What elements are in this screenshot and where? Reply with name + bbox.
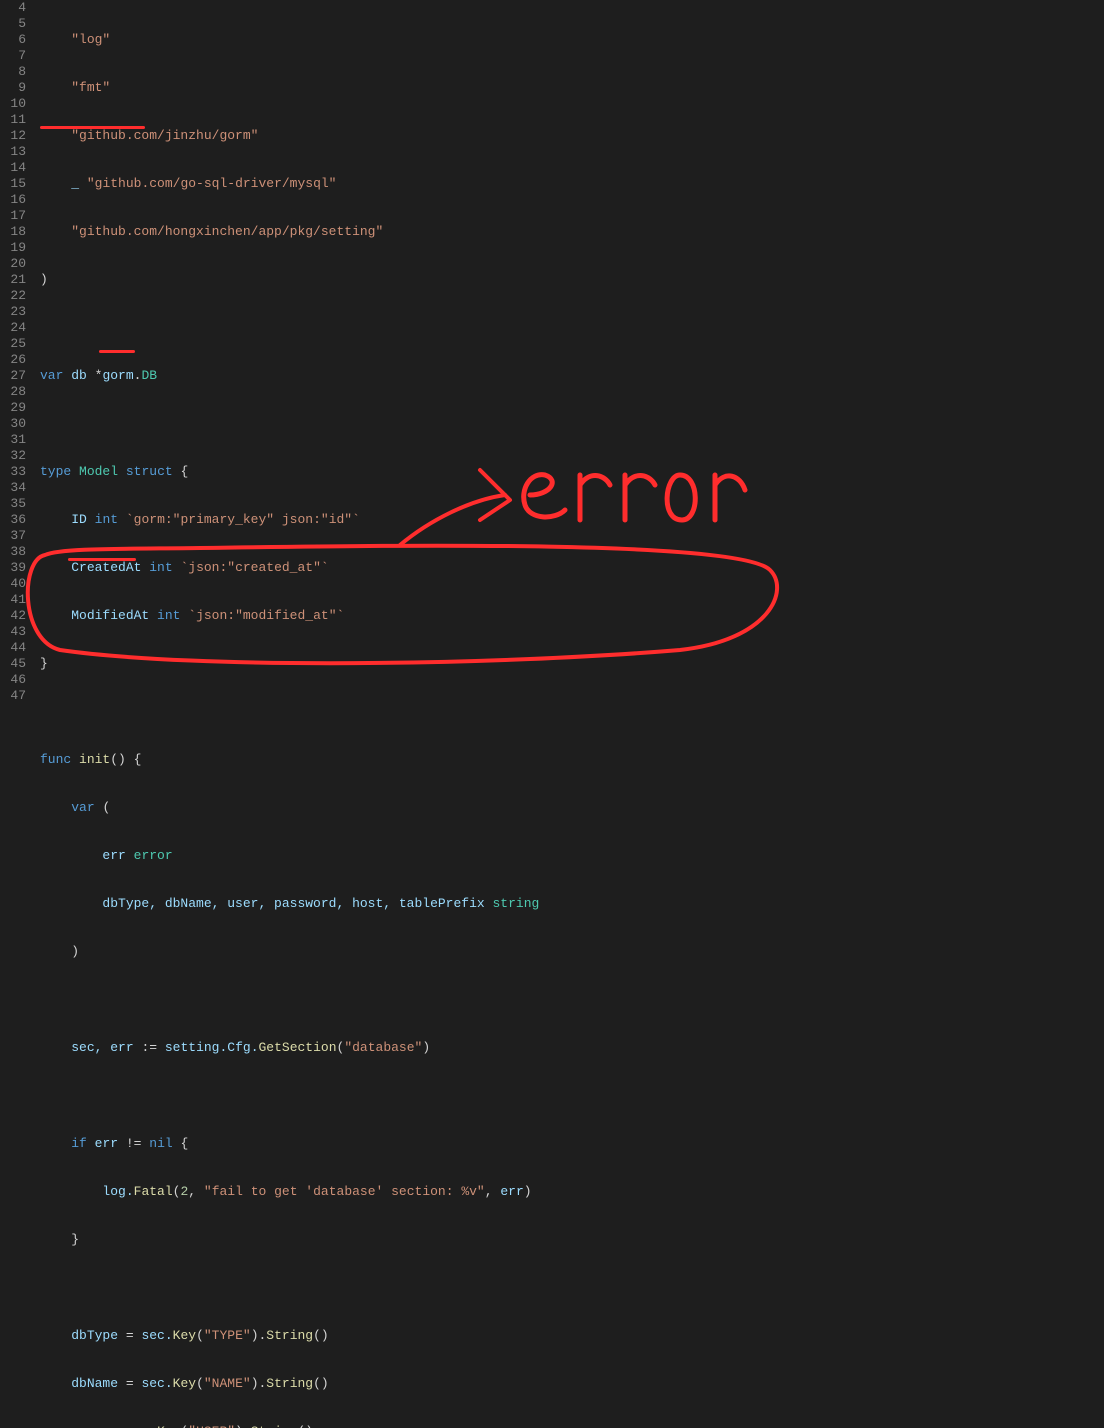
line-number: 42 [0, 608, 26, 624]
code-line: "github.com/hongxinchen/app/pkg/setting" [40, 224, 1104, 240]
code-line: user = sec.Key("USER").String() [40, 1424, 1104, 1428]
code-line: log.Fatal(2, "fail to get 'database' sec… [40, 1184, 1104, 1200]
code-line [40, 320, 1104, 336]
line-number: 47 [0, 688, 26, 704]
line-number: 21 [0, 272, 26, 288]
code-line: CreatedAt int `json:"created_at"` [40, 560, 1104, 576]
line-number: 33 [0, 464, 26, 480]
line-number: 27 [0, 368, 26, 384]
code-line [40, 1280, 1104, 1296]
code-line: err error [40, 848, 1104, 864]
line-number: 22 [0, 288, 26, 304]
line-number: 5 [0, 16, 26, 32]
line-number: 26 [0, 352, 26, 368]
line-number: 32 [0, 448, 26, 464]
line-number: 12 [0, 128, 26, 144]
code-line: ModifiedAt int `json:"modified_at"` [40, 608, 1104, 624]
line-number: 9 [0, 80, 26, 96]
code-line: } [40, 656, 1104, 672]
code-editor[interactable]: 4567891011121314151617181920212223242526… [0, 0, 1104, 714]
line-number: 10 [0, 96, 26, 112]
code-line: if err != nil { [40, 1136, 1104, 1152]
code-line: "fmt" [40, 80, 1104, 96]
code-line: dbType, dbName, user, password, host, ta… [40, 896, 1104, 912]
line-number: 11 [0, 112, 26, 128]
code-line [40, 1088, 1104, 1104]
line-number: 20 [0, 256, 26, 272]
line-number: 17 [0, 208, 26, 224]
line-number: 34 [0, 480, 26, 496]
code-area[interactable]: "log" "fmt" "github.com/jinzhu/gorm" _ "… [40, 0, 1104, 714]
code-line: ) [40, 944, 1104, 960]
code-line: var ( [40, 800, 1104, 816]
line-number: 7 [0, 48, 26, 64]
code-line: ) [40, 272, 1104, 288]
line-number: 14 [0, 160, 26, 176]
line-number: 18 [0, 224, 26, 240]
line-number: 15 [0, 176, 26, 192]
code-line: ID int `gorm:"primary_key" json:"id"` [40, 512, 1104, 528]
code-line: } [40, 1232, 1104, 1248]
line-number: 8 [0, 64, 26, 80]
code-line: "log" [40, 32, 1104, 48]
code-line: dbType = sec.Key("TYPE").String() [40, 1328, 1104, 1344]
line-number: 40 [0, 576, 26, 592]
line-number: 44 [0, 640, 26, 656]
code-line [40, 704, 1104, 720]
line-number: 29 [0, 400, 26, 416]
line-number: 36 [0, 512, 26, 528]
code-line: type Model struct { [40, 464, 1104, 480]
code-line: dbName = sec.Key("NAME").String() [40, 1376, 1104, 1392]
line-number: 16 [0, 192, 26, 208]
line-number: 6 [0, 32, 26, 48]
line-number: 45 [0, 656, 26, 672]
line-number: 28 [0, 384, 26, 400]
line-number: 38 [0, 544, 26, 560]
line-number: 4 [0, 0, 26, 16]
line-number-gutter: 4567891011121314151617181920212223242526… [0, 0, 40, 714]
line-number: 23 [0, 304, 26, 320]
code-line: var db *gorm.DB [40, 368, 1104, 384]
line-number: 31 [0, 432, 26, 448]
line-number: 41 [0, 592, 26, 608]
line-number: 24 [0, 320, 26, 336]
line-number: 39 [0, 560, 26, 576]
code-line [40, 992, 1104, 1008]
line-number: 43 [0, 624, 26, 640]
line-number: 25 [0, 336, 26, 352]
code-line: _ "github.com/go-sql-driver/mysql" [40, 176, 1104, 192]
code-line: "github.com/jinzhu/gorm" [40, 128, 1104, 144]
line-number: 46 [0, 672, 26, 688]
line-number: 37 [0, 528, 26, 544]
code-line: sec, err := setting.Cfg.GetSection("data… [40, 1040, 1104, 1056]
line-number: 19 [0, 240, 26, 256]
code-line [40, 416, 1104, 432]
code-line: func init() { [40, 752, 1104, 768]
line-number: 13 [0, 144, 26, 160]
line-number: 30 [0, 416, 26, 432]
line-number: 35 [0, 496, 26, 512]
